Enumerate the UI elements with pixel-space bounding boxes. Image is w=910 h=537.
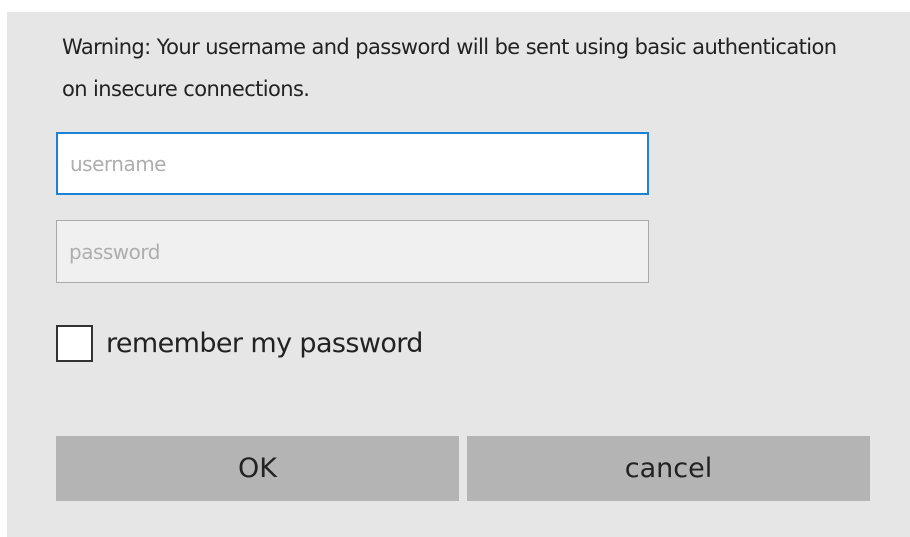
remember-password-option[interactable]: remember my password	[56, 323, 423, 363]
remember-password-label: remember my password	[106, 327, 423, 359]
warning-message: Warning: Your username and password will…	[62, 35, 837, 101]
cancel-button[interactable]: cancel	[467, 436, 870, 501]
password-input[interactable]	[56, 220, 649, 283]
ok-button[interactable]: OK	[56, 436, 459, 501]
username-input[interactable]	[56, 132, 649, 195]
remember-password-checkbox[interactable]	[56, 324, 93, 362]
login-dialog: Warning: Your username and password will…	[7, 12, 910, 537]
